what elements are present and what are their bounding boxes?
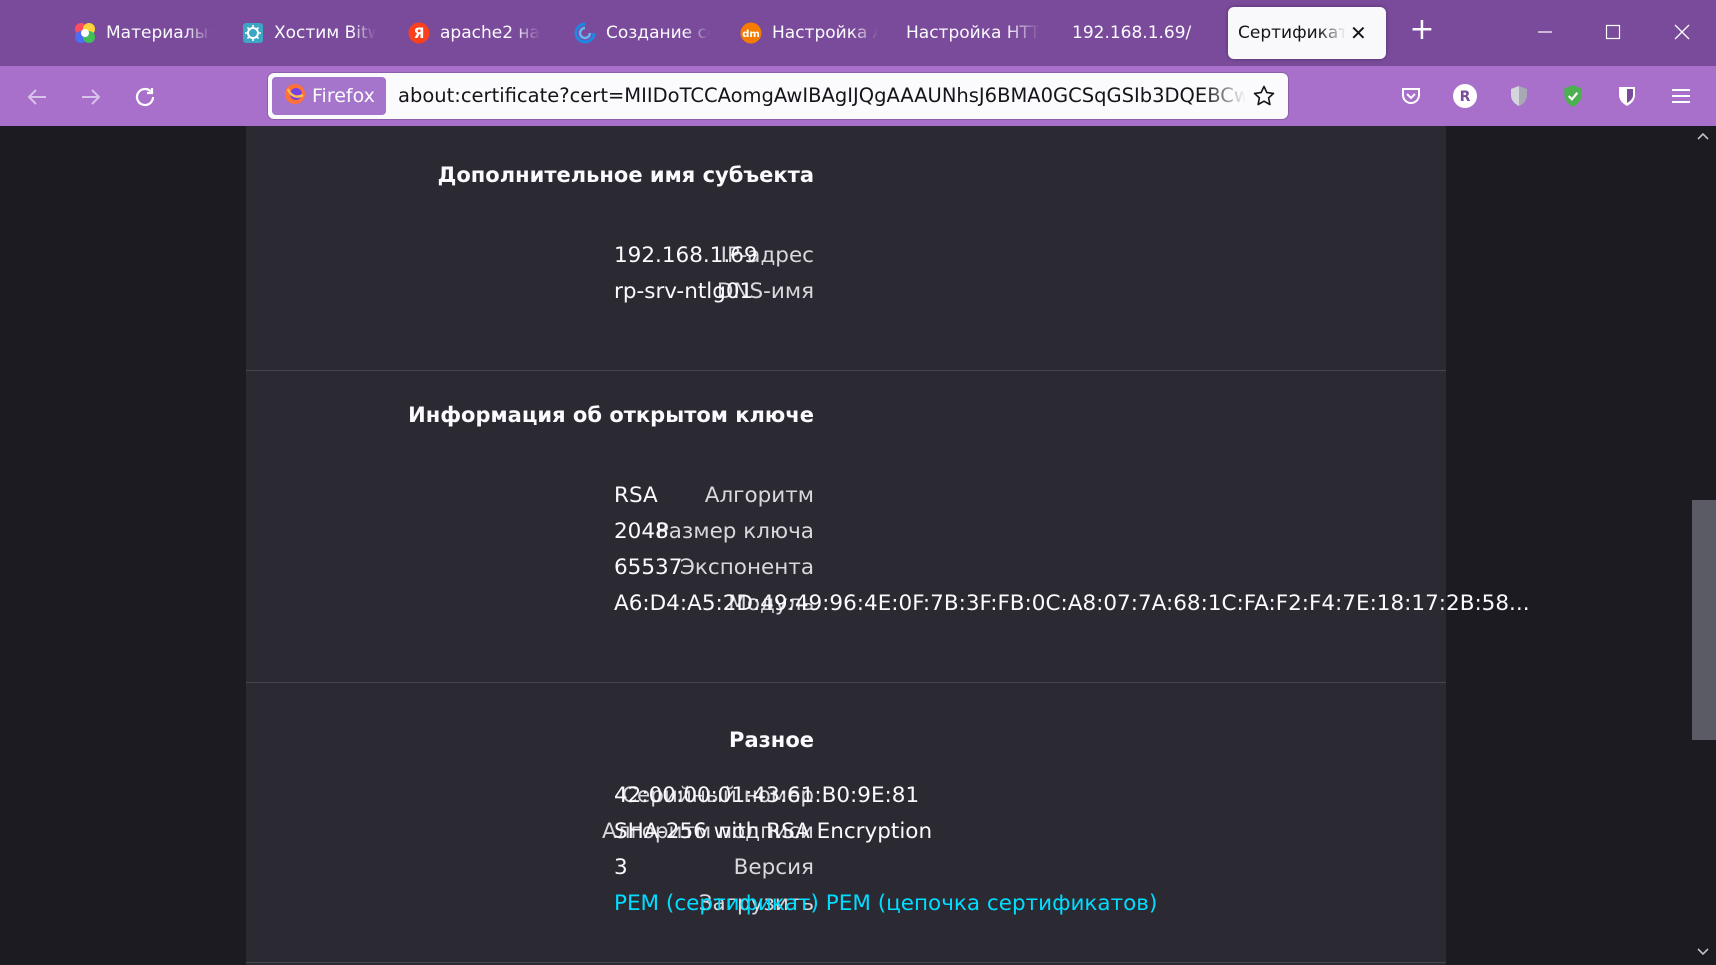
- download-pem-cert-link[interactable]: PEM (сертификат): [614, 891, 819, 916]
- scroll-down-icon[interactable]: [1694, 944, 1712, 962]
- pocket-button[interactable]: [1394, 79, 1428, 113]
- green-shield-check-icon: [1564, 85, 1582, 107]
- tab-title: Сертификат для: [1238, 23, 1346, 43]
- tab-create-cert[interactable]: Создание сертификата: [574, 7, 710, 59]
- tab-certificate-active[interactable]: Сертификат для ✕: [1228, 7, 1386, 59]
- vertical-scrollbar[interactable]: [1690, 126, 1716, 965]
- tab-apache2[interactable]: Я apache2 настройка: [408, 7, 540, 59]
- minimize-button[interactable]: [1525, 14, 1565, 50]
- dm-logo-icon: dm: [740, 22, 762, 44]
- field-value: SHA-256 with RSA Encryption: [614, 819, 933, 844]
- misc-row-version: Версия 3: [246, 850, 1446, 886]
- misc-row-signature-algorithm: Алгоритм подписи SHA-256 with RSA Encryp…: [246, 814, 1446, 850]
- field-value: 192.168.1.69: [614, 243, 758, 268]
- field-label: Версия: [733, 855, 814, 880]
- navigation-toolbar: Firefox about:certificate?cert=MIIDoTCCA…: [0, 66, 1716, 126]
- tab-title: Хостим Bitwarden: [274, 23, 376, 43]
- tab-materials[interactable]: Материалы:: [74, 7, 212, 59]
- misc-row-serial: Серийный номер 42:00:00:01:43:61:B0:9E:8…: [246, 778, 1446, 814]
- close-window-button[interactable]: [1662, 14, 1702, 50]
- tab-title: Настройка Apache: [772, 23, 878, 43]
- grey-shield-extension[interactable]: [1502, 79, 1536, 113]
- avatar-r-icon: R: [1453, 84, 1477, 108]
- pubkey-row-key-size: Размер ключа 2048: [246, 514, 1446, 550]
- maximize-icon: [1605, 24, 1621, 40]
- tab-title: Материалы:: [106, 23, 212, 43]
- bitwarden-shield-icon: [1619, 87, 1635, 106]
- field-value: 3: [614, 855, 628, 880]
- account-avatar-button[interactable]: R: [1448, 79, 1482, 113]
- yandex-icon: Я: [408, 22, 430, 44]
- multicolor-circles-icon: [74, 22, 96, 44]
- arrow-left-icon: [27, 89, 46, 105]
- section-misc: Разное Серийный номер 42:00:00:01:43:61:…: [246, 683, 1446, 963]
- section-subject-alt-name: Дополнительное имя субъекта IP-адрес 192…: [246, 126, 1446, 370]
- tab-bitwarden[interactable]: Хостим Bitwarden: [242, 7, 376, 59]
- field-value: A6:D4:A5:2D:49:49:96:4E:0F:7B:3F:FB:0C:A…: [614, 591, 1530, 616]
- svg-text:R: R: [1460, 89, 1471, 105]
- tab-title: Настройка HTTPS: [906, 23, 1040, 43]
- tab-https-setup[interactable]: Настройка HTTPS: [906, 7, 1040, 59]
- field-value: rp-srv-ntlg01: [614, 279, 754, 304]
- bitwarden-gear-icon: [242, 22, 264, 44]
- tab-title: Создание сертификата: [606, 23, 710, 43]
- field-value: 65537: [614, 555, 683, 580]
- section-title: Разное: [729, 728, 814, 752]
- section-title: Информация об открытом ключе: [408, 403, 814, 427]
- close-tab-icon[interactable]: ✕: [1350, 21, 1367, 45]
- gray-shield-icon: [1511, 86, 1527, 106]
- adguard-extension[interactable]: [1556, 79, 1590, 113]
- tab-bar: Материалы: Хостим Bitwarden Я apache2 на…: [0, 0, 1716, 66]
- pubkey-row-modulus: Модуль A6:D4:A5:2D:49:49:96:4E:0F:7B:3F:…: [246, 586, 1530, 622]
- field-label: Экспонента: [679, 555, 814, 580]
- close-icon: [1674, 24, 1690, 40]
- app-menu-button[interactable]: [1664, 79, 1698, 113]
- field-label: Размер ключа: [655, 519, 814, 544]
- section-divider: [246, 962, 1446, 963]
- bitwarden-extension[interactable]: [1610, 79, 1644, 113]
- misc-row-download: Загрузить PEM (сертификат) PEM (цепочка …: [246, 886, 1446, 922]
- tab-apache-setup[interactable]: dm Настройка Apache: [740, 7, 878, 59]
- url-field[interactable]: about:certificate?cert=MIIDoTCCAomgAwIBA…: [398, 73, 1246, 119]
- san-row-ip: IP-адрес 192.168.1.69: [246, 238, 1446, 274]
- arrow-right-icon: [82, 89, 101, 105]
- pocket-icon: [1402, 88, 1420, 104]
- svg-text:Я: Я: [414, 26, 425, 42]
- scrollbar-thumb[interactable]: [1692, 500, 1716, 740]
- pubkey-row-exponent: Экспонента 65537: [246, 550, 1446, 586]
- minimize-icon: [1538, 31, 1552, 33]
- forward-button[interactable]: [74, 80, 108, 114]
- identity-box[interactable]: Firefox: [272, 77, 386, 115]
- firefox-logo-icon: [284, 83, 306, 110]
- new-tab-button[interactable]: +: [1406, 14, 1438, 46]
- back-button[interactable]: [20, 80, 54, 114]
- san-row-dns: DNS-имя rp-srv-ntlg01: [246, 274, 1446, 310]
- blue-swirl-icon: [574, 22, 596, 44]
- pubkey-row-algorithm: Алгоритм RSA: [246, 478, 1446, 514]
- field-value: 42:00:00:01:43:61:B0:9E:81: [614, 783, 920, 808]
- address-bar[interactable]: Firefox about:certificate?cert=MIIDoTCCA…: [268, 73, 1288, 119]
- section-title: Дополнительное имя субъекта: [437, 163, 814, 187]
- hamburger-menu-icon: [1672, 89, 1690, 103]
- download-links: PEM (сертификат) PEM (цепочка сертификат…: [614, 886, 1157, 922]
- maximize-button[interactable]: [1593, 14, 1633, 50]
- section-public-key: Информация об открытом ключе Алгоритм RS…: [246, 371, 1530, 683]
- certificate-panel: Дополнительное имя субъекта IP-адрес 192…: [246, 126, 1530, 965]
- tab-local-ip[interactable]: 192.168.1.69/: [1072, 7, 1202, 59]
- field-value: RSA: [614, 483, 658, 508]
- reload-icon: [135, 87, 155, 107]
- identity-label: Firefox: [312, 85, 375, 107]
- bookmark-star-icon[interactable]: [1252, 84, 1276, 108]
- tab-title: 192.168.1.69/: [1072, 23, 1192, 43]
- svg-text:dm: dm: [742, 29, 760, 40]
- tab-title: apache2 настройка: [440, 23, 540, 43]
- field-label: Алгоритм: [704, 483, 814, 508]
- download-pem-chain-link[interactable]: PEM (цепочка сертификатов): [826, 891, 1158, 916]
- reload-button[interactable]: [128, 80, 162, 114]
- page-viewport: Дополнительное имя субъекта IP-адрес 192…: [0, 126, 1716, 965]
- field-value: 2048: [614, 519, 669, 544]
- scroll-up-icon[interactable]: [1694, 130, 1712, 148]
